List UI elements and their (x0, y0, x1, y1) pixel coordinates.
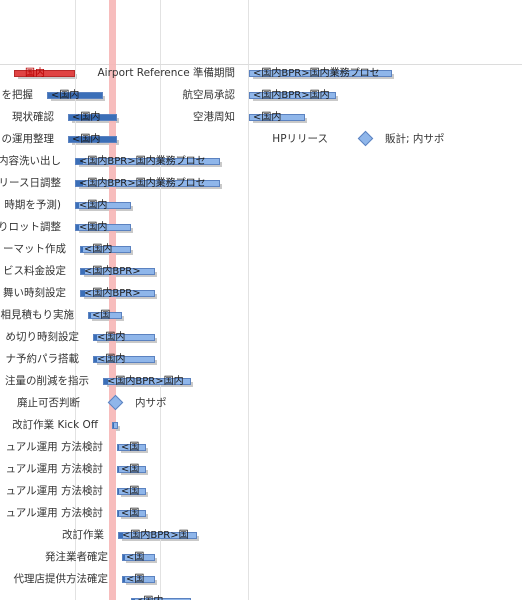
task-bar[interactable]: <国 (122, 552, 157, 563)
task-bar[interactable]: <国 (117, 486, 148, 497)
bar-label: <国内BPR>国内 (107, 376, 184, 387)
task-bar[interactable]: 国内 (14, 68, 77, 79)
bar-label: <国内BPR>国内業務プロセ (79, 156, 206, 167)
task-bar[interactable]: <国内BPR>国内業務プロセ (75, 178, 222, 189)
milestone-diamond-icon[interactable] (357, 130, 374, 147)
task-bar[interactable]: <国内BPR> (80, 288, 157, 299)
task-label: ナ予約パラ搭載 (5, 353, 80, 365)
bar-label: <国内BPR>国 (122, 530, 189, 541)
task-label: ュアル運用 方法検討 (5, 507, 103, 519)
bar-progress (89, 313, 91, 318)
task-label: リース日調整 (0, 177, 61, 189)
task-label: 時期を予測) (4, 199, 61, 211)
bar-label: 国内 (25, 68, 45, 79)
task-bar[interactable]: <国 (117, 508, 148, 519)
grid-line (248, 0, 249, 600)
bar-label: <国内 (51, 90, 80, 101)
task-label: ュアル運用 方法検討 (5, 463, 103, 475)
task-label: 現状確認 (12, 111, 54, 123)
task-bar[interactable]: <国内 (68, 134, 119, 145)
task-bar[interactable]: <国 (117, 442, 148, 453)
bar-label: <国 (126, 574, 145, 585)
task-bar[interactable]: <国内 (80, 244, 133, 255)
bar-progress (118, 511, 120, 516)
task-label: ビス料金設定 (3, 265, 66, 277)
bar-progress (118, 445, 120, 450)
task-bar[interactable]: <国内 (47, 90, 105, 101)
task-label: の運用整理 (1, 133, 55, 145)
task-label: め切り時刻設定 (5, 331, 80, 343)
bar-progress (118, 467, 120, 472)
task-label: を把握 (1, 89, 34, 101)
bar-label: <国 (121, 508, 140, 519)
bar-progress (123, 555, 125, 560)
task-label: 改訂作業 Kick Off (12, 419, 98, 431)
bar-label: <国内 (97, 354, 126, 365)
task-bar[interactable]: <国内 (75, 222, 133, 233)
bar-label: <国 (92, 310, 111, 321)
gantt-chart: 国内 Airport Reference 準備期間 <国内BPR>国内業務プロセ を把… (0, 0, 522, 600)
bar-label: <国 (121, 464, 140, 475)
task-label: ュアル運用 方法検討 (5, 485, 103, 497)
task-label: ーマット作成 (3, 243, 66, 255)
task-label: 改訂作業 (62, 529, 104, 541)
task-bar[interactable]: <国内BPR> (80, 266, 157, 277)
bar-progress (118, 489, 120, 494)
bar-label: <国内 (97, 332, 126, 343)
task-label: 内容洗い出し (0, 155, 61, 167)
milestone-caption: 内サポ (135, 397, 167, 409)
bar-progress (123, 577, 125, 582)
task-bar[interactable]: <国内 (249, 112, 307, 123)
task-label: 代理店提供方法確定 (13, 573, 109, 585)
task-bar[interactable]: <国 (117, 464, 148, 475)
task-label: 空港周知 (193, 111, 235, 123)
task-bar[interactable]: <国内BPR>国内業務プロセ (249, 68, 394, 79)
task-bar[interactable]: <国内 (68, 112, 119, 123)
bar-shadow (116, 426, 120, 431)
bar-label: <国内 (79, 222, 108, 233)
task-label: 注量の削減を指示 (5, 375, 89, 387)
bar-label: <国内BPR> (84, 266, 141, 277)
milestone-label: HPリリース (272, 133, 328, 145)
task-label: ュアル運用 方法検討 (5, 441, 103, 453)
task-label: 相見積もり実施 (0, 309, 75, 321)
bar-label: <国内 (253, 112, 282, 123)
task-bar[interactable]: <国 (122, 574, 157, 585)
task-bar[interactable]: <国内 (75, 200, 133, 211)
bar-label: <国 (121, 442, 140, 453)
milestone-caption: 販計; 内サポ (385, 133, 445, 145)
task-label: 舞い時刻設定 (3, 287, 66, 299)
task-bar[interactable]: <国内BPR>国内 (249, 90, 338, 101)
header-divider (0, 64, 522, 65)
task-bar[interactable]: <国内 (93, 332, 157, 343)
task-bar[interactable]: <国内BPR>国 (118, 530, 199, 541)
bar-label: <国内 (84, 244, 113, 255)
bar-label: <国内BPR>国内業務プロセ (79, 178, 206, 189)
task-label: Airport Reference 準備期間 (97, 67, 236, 79)
task-bar[interactable]: <国 (88, 310, 124, 321)
task-bar[interactable] (112, 422, 120, 431)
bar-label: <国内 (79, 200, 108, 211)
bar-label: <国内BPR>国内業務プロセ (253, 68, 380, 79)
task-bar[interactable]: <国内BPR>国内 (103, 376, 193, 387)
bar-label: <国内BPR>国内 (253, 90, 330, 101)
milestone-label: 廃止可否判断 (17, 397, 80, 409)
bar-label: <国内 (72, 112, 101, 123)
bar-label: <国内BPR> (84, 288, 141, 299)
bar-label: <国 (126, 552, 145, 563)
bar-label: <国内 (135, 595, 163, 600)
task-label: 航空局承認 (182, 89, 236, 101)
bar-label: <国 (121, 486, 140, 497)
grid-line (160, 0, 161, 600)
task-bar[interactable]: <国内 (93, 354, 157, 365)
bar-label: <国内 (72, 134, 101, 145)
task-label: りロット調整 (0, 221, 61, 233)
task-label: 発注業者確定 (45, 551, 108, 563)
task-bar[interactable]: <国内BPR>国内業務プロセ (75, 156, 222, 167)
